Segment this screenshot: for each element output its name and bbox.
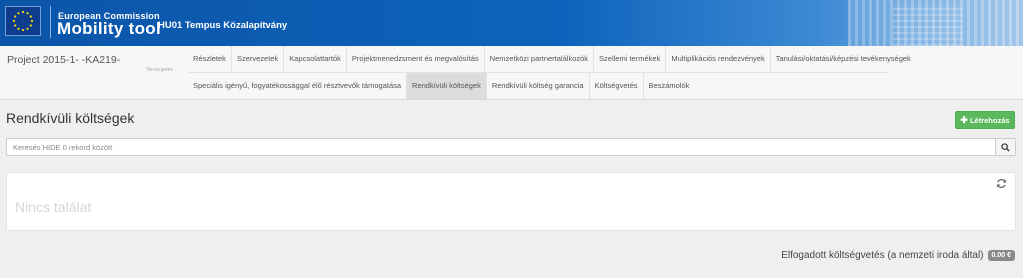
tab-special-needs-support[interactable]: Speciális igényű, fogyatékossággal élő r… [188, 73, 406, 99]
header-building-detail [893, 4, 963, 46]
nav-row-2: Speciális igényű, fogyatékossággal élő r… [188, 73, 694, 99]
tab-exceptional-cost-guarantee[interactable]: Rendkívüli költség garancia [485, 73, 589, 99]
plus-icon: ✚ [960, 114, 968, 125]
page-title: Rendkívüli költségek [6, 110, 135, 126]
create-button[interactable]: ✚ Létrehozás [955, 111, 1015, 129]
approved-budget-badge: 0.00 € [987, 250, 1015, 261]
tab-project-management[interactable]: Projektmenedzsment és megvalósítás [345, 46, 484, 72]
tab-exceptional-costs[interactable]: Rendkívüli költségek [406, 73, 486, 99]
tab-details[interactable]: Részletek [188, 46, 231, 72]
tab-budget[interactable]: Költségvetés [588, 73, 643, 99]
approved-budget: Elfogadott költségvetés (a nemzeti iroda… [781, 250, 1015, 261]
search-icon [1001, 142, 1010, 152]
organisation-title: HU01 Tempus Közalapítvány [158, 20, 288, 31]
tab-learning-activities[interactable]: Tanulási/oktatási/képzési tevékenységek [769, 46, 916, 72]
tab-multiplier-events[interactable]: Multiplikációs rendezvények [665, 46, 769, 72]
project-navigation: Project 2015-1- -KA219- Tervezgetés Rész… [0, 46, 1023, 100]
project-title: Project 2015-1- -KA219- [7, 54, 121, 66]
search-bar [6, 138, 1016, 156]
approved-budget-label: Elfogadott költségvetés (a nemzeti iroda… [781, 250, 984, 261]
refresh-icon[interactable] [996, 178, 1007, 189]
app-header: European Commission Mobility tool HU01 T… [0, 0, 1023, 46]
tab-intellectual-outputs[interactable]: Szellemi termékek [593, 46, 665, 72]
eu-flag-icon [5, 6, 41, 36]
logo-separator [50, 6, 51, 38]
tab-reports[interactable]: Beszámolók [642, 73, 695, 99]
project-status: Tervezgetés [146, 67, 173, 73]
results-panel: Nincs találat [6, 172, 1016, 231]
app-title[interactable]: Mobility tool [57, 19, 161, 39]
search-input[interactable] [7, 139, 995, 155]
create-button-label: Létrehozás [969, 115, 1010, 125]
search-button[interactable] [995, 139, 1015, 155]
tab-contacts[interactable]: Kapcsolattartók [283, 46, 346, 72]
nav-row-1: Részletek Szervezetek Kapcsolattartók Pr… [188, 46, 916, 72]
tab-organisations[interactable]: Szervezetek [230, 46, 283, 72]
tab-transnational-meetings[interactable]: Nemzetközi partnertalálkozók [483, 46, 593, 72]
no-results-text: Nincs találat [15, 199, 92, 215]
